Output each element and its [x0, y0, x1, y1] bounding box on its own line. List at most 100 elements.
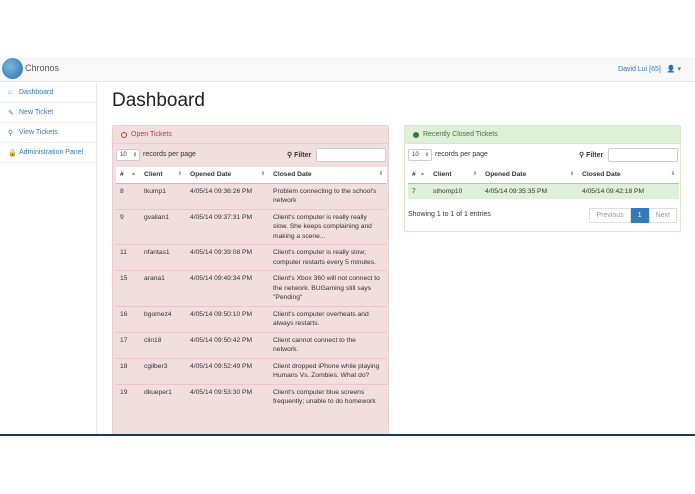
- search-icon: ⚲: [8, 129, 14, 137]
- sidebar-item-new-ticket[interactable]: ✎ New Ticket: [0, 103, 96, 123]
- status-dot-icon: [413, 131, 419, 138]
- user-name: David Lui [65]: [618, 66, 661, 73]
- circle-icon: [121, 131, 127, 138]
- table-row[interactable]: 16 bgomez4 4/05/14 09:50:10 PM Client's com…: [116, 305, 387, 332]
- table-row[interactable]: 19 dkueper1 4/05/14 09:53:30 PM Client's co…: [116, 383, 387, 410]
- ticket-closed-date: 4/05/14 09:42:18 PM: [578, 183, 679, 199]
- column-header-client[interactable]: Client ⇕: [140, 167, 186, 184]
- table-row[interactable]: 9 gvalian1 4/05/14 09:37:31 PM Client's com…: [116, 208, 387, 245]
- ticket-opened-date: 4/05/14 09:52:49 PM: [186, 357, 269, 384]
- sidebar-item-label: New Ticket: [19, 109, 54, 116]
- ticket-opened-date: 4/05/14 09:37:31 PM: [186, 208, 269, 245]
- sort-icon: ⇕: [569, 171, 574, 177]
- column-header-number[interactable]: # ▲: [116, 167, 140, 184]
- sort-icon: ⇕: [670, 171, 675, 177]
- dashboard-icon: ⌂: [8, 89, 13, 96]
- column-header-opened-date[interactable]: Opened Date ⇕: [481, 167, 578, 184]
- table-info: Showing 1 to 1 of 1 entries: [408, 211, 491, 218]
- ticket-closed-date: Client's computer is really slow; comput…: [269, 244, 387, 271]
- sidebar-item-label: Administration Panel: [19, 149, 84, 156]
- page-1-button[interactable]: 1: [630, 208, 649, 223]
- filter-label: ⚲ Filter: [579, 152, 604, 159]
- ticket-client: dkueper1: [140, 383, 186, 410]
- table-row[interactable]: 18 cgilber3 4/05/14 09:52:49 PM Client drop…: [116, 357, 387, 384]
- open-tickets-table: # ▲ Client ⇕ Opened Date ⇕ Closed Date ⇕ 8 tk…: [116, 167, 387, 410]
- ticket-opened-date: 4/05/14 09:35:35 PM: [481, 183, 578, 199]
- ticket-client: sthomp10: [429, 183, 481, 199]
- app-window: Chronos David Lui [65] 👤 ▾ ⌂ Dashboard ✎…: [0, 57, 695, 436]
- user-icon: 👤 ▾: [666, 66, 681, 73]
- sidebar: ⌂ Dashboard ✎ New Ticket ⚲ View Tickets …: [0, 83, 97, 436]
- column-header-closed-date[interactable]: Closed Date ⇕: [269, 167, 387, 184]
- ticket-number: 9: [116, 208, 140, 245]
- panel-title: Recently Closed Tickets: [423, 131, 498, 138]
- open-tickets-header: Open Tickets: [113, 126, 388, 144]
- table-controls: 10 ⇕ records per page ⚲ Filter: [405, 144, 680, 166]
- select-arrows-icon: ⇕: [132, 152, 137, 158]
- ticket-opened-date: 4/05/14 09:50:10 PM: [186, 305, 269, 332]
- ticket-number: 15: [116, 270, 140, 306]
- ticket-client: arana1: [140, 270, 186, 306]
- previous-page-button[interactable]: Previous: [589, 208, 631, 223]
- filter-label: ⚲ Filter: [287, 152, 312, 159]
- ticket-closed-date: Client's computer is really really slow.…: [269, 208, 387, 245]
- ticket-closed-date: Problem connecting to the school's netwo…: [269, 182, 387, 209]
- column-header-closed-date[interactable]: Closed Date ⇕: [578, 167, 679, 184]
- panel-title: Open Tickets: [131, 131, 172, 138]
- brand-link[interactable]: Chronos: [25, 63, 59, 73]
- sort-icon: ⇕: [177, 171, 182, 177]
- chronos-logo-icon: [2, 58, 23, 79]
- ticket-closed-date: Client's computer overheats and always r…: [269, 305, 387, 332]
- page-title: Dashboard: [112, 90, 205, 111]
- table-row[interactable]: 11 nfantas1 4/05/14 09:39:08 PM Client's co…: [116, 244, 387, 271]
- window-bottom-border: [0, 434, 695, 436]
- ticket-number: 7: [408, 183, 429, 199]
- closed-tickets-panel: Recently Closed Tickets 10 ⇕ records per …: [404, 125, 681, 232]
- table-row[interactable]: 15 arana1 4/05/14 09:49:34 PM Client's Xbox…: [116, 270, 387, 306]
- ticket-client: nfantas1: [140, 244, 186, 271]
- sort-asc-icon: ▲: [131, 171, 136, 177]
- next-page-button[interactable]: Next: [648, 208, 677, 223]
- ticket-number: 16: [116, 305, 140, 332]
- sidebar-item-dashboard[interactable]: ⌂ Dashboard: [0, 83, 96, 103]
- table-row[interactable]: 7 sthomp10 4/05/14 09:35:35 PM 4/05/14 09:4…: [408, 183, 679, 199]
- ticket-closed-date: Client cannot connect to the network.: [269, 331, 387, 358]
- filter-input[interactable]: [316, 148, 386, 162]
- sort-icon: ⇕: [472, 171, 477, 177]
- sidebar-item-administration-panel[interactable]: 🔒 Administration Panel: [0, 143, 96, 163]
- ticket-closed-date: Client's computer blue screens frequentl…: [269, 383, 387, 410]
- ticket-number: 19: [116, 383, 140, 410]
- filter-input[interactable]: [608, 148, 678, 162]
- records-per-page-label: records per page: [435, 151, 488, 158]
- records-per-page-label: records per page: [143, 151, 196, 158]
- column-header-client[interactable]: Client ⇕: [429, 167, 481, 184]
- table-controls: 10 ⇕ records per page ⚲ Filter: [113, 144, 388, 166]
- closed-tickets-table: # ▲ Client ⇕ Opened Date ⇕ Closed Date ⇕ 7st…: [408, 167, 679, 199]
- user-menu[interactable]: David Lui [65] 👤 ▾: [618, 65, 681, 73]
- sidebar-item-label: Dashboard: [19, 89, 54, 96]
- column-header-number[interactable]: # ▲: [408, 167, 429, 184]
- ticket-number: 11: [116, 244, 140, 271]
- tag-icon: ✎: [8, 109, 14, 117]
- ticket-client: tkump1: [140, 182, 186, 209]
- sort-icon: ⇕: [260, 171, 265, 177]
- sidebar-item-view-tickets[interactable]: ⚲ View Tickets: [0, 123, 96, 143]
- pagination: Previous 1 Next: [589, 208, 677, 223]
- top-navbar: Chronos David Lui [65] 👤 ▾: [0, 57, 695, 82]
- lock-icon: 🔒: [8, 149, 17, 157]
- ticket-client: clin18: [140, 331, 186, 358]
- sidebar-item-label: View Tickets: [19, 129, 58, 136]
- ticket-client: cgilber3: [140, 357, 186, 384]
- select-arrows-icon: ⇕: [424, 152, 429, 158]
- column-header-opened-date[interactable]: Opened Date ⇕: [186, 167, 269, 184]
- page-size-select[interactable]: 10 ⇕: [408, 149, 432, 161]
- ticket-opened-date: 4/05/14 09:50:42 PM: [186, 331, 269, 358]
- ticket-number: 8: [116, 182, 140, 209]
- ticket-number: 18: [116, 357, 140, 384]
- ticket-opened-date: 4/05/14 09:53:30 PM: [186, 383, 269, 410]
- table-row[interactable]: 8 tkump1 4/05/14 09:36:26 PM Problem connec…: [116, 182, 387, 209]
- sort-icon: ⇕: [378, 171, 383, 177]
- table-row[interactable]: 17 clin18 4/05/14 09:50:42 PM Client cannot…: [116, 331, 387, 358]
- page-size-select[interactable]: 10 ⇕: [116, 149, 140, 161]
- closed-tickets-header: Recently Closed Tickets: [405, 126, 680, 144]
